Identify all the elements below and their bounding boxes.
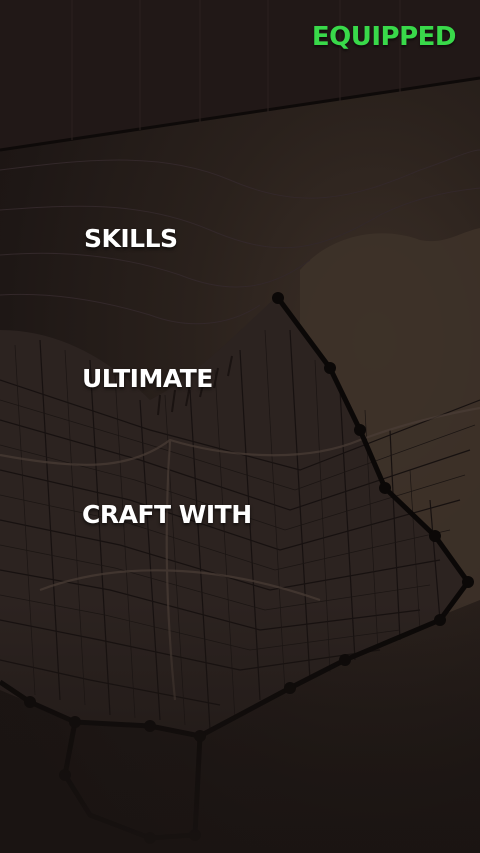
craft-with-label[interactable]: CRAFT WITH bbox=[82, 500, 252, 529]
skills-label[interactable]: SKILLS bbox=[84, 224, 178, 253]
bottom-fade-overlay bbox=[0, 600, 480, 853]
city-map-background bbox=[0, 0, 480, 853]
ultimate-label[interactable]: ULTIMATE bbox=[82, 364, 213, 393]
equipped-status-label: EQUIPPED bbox=[311, 22, 457, 52]
game-screen: EQUIPPED SKILLS ULTIMATE CRAFT WITH bbox=[0, 0, 480, 853]
